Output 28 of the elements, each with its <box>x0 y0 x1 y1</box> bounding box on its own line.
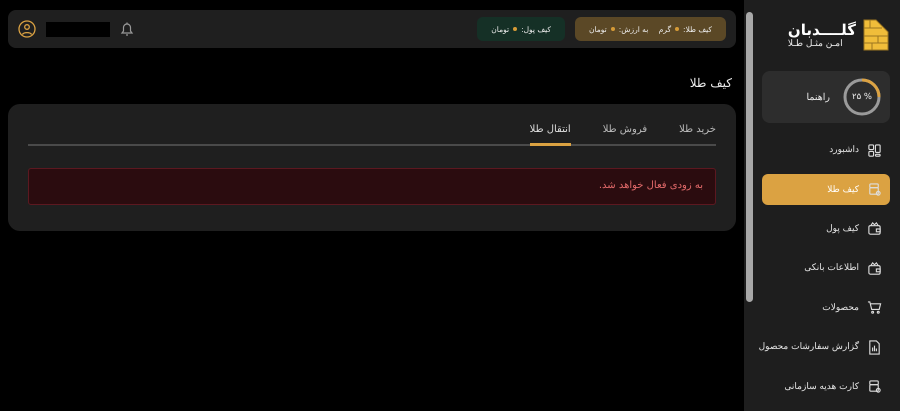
redacted-name <box>46 22 110 36</box>
alert-message: به زودی فعال خواهد شد. <box>28 168 716 205</box>
progress-percent: ۲۵ % <box>852 92 872 102</box>
user-icon[interactable] <box>18 20 36 38</box>
nav-item[interactable]: کیف پول <box>762 214 890 244</box>
dashboard-icon <box>867 142 882 158</box>
page-title: کیف طلا <box>688 76 732 90</box>
tab[interactable]: انتقال طلا <box>530 118 571 146</box>
nav-item[interactable]: داشبورد <box>762 134 890 166</box>
logo-name: گلــــدبان <box>788 20 856 39</box>
cart-icon <box>867 300 882 316</box>
guide-label: راهنما <box>806 92 830 103</box>
nav-item[interactable]: کارت هدیه سازمانی <box>762 372 890 402</box>
bell-icon[interactable] <box>120 21 134 37</box>
scrollbar[interactable] <box>744 0 754 411</box>
tab[interactable]: فروش طلا <box>602 118 648 146</box>
wallet-icon <box>867 260 882 276</box>
logo-icon <box>862 18 890 52</box>
nav-item[interactable]: اطلاعات بانکی <box>762 253 890 284</box>
guide-card[interactable]: راهنما ۲۵ % <box>762 71 890 123</box>
nav-item[interactable]: محصولات <box>762 292 890 324</box>
stack-icon <box>867 182 882 198</box>
stack-icon <box>867 379 882 394</box>
tab[interactable]: خرید طلا <box>679 118 716 146</box>
wallet-icon <box>867 221 882 236</box>
report-icon <box>867 340 882 355</box>
logo-tagline: امـن مثـل طـلا <box>788 38 843 49</box>
progress-ring <box>842 77 882 118</box>
